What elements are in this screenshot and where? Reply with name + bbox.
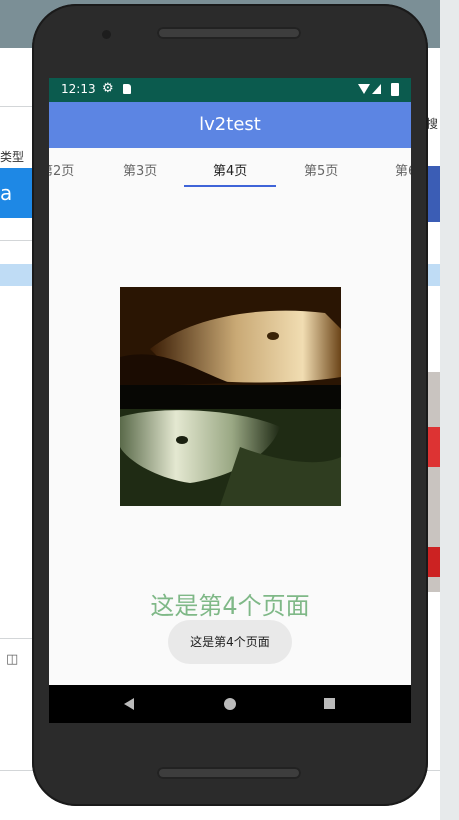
home-icon[interactable]	[224, 698, 236, 710]
background-type-label: 类型	[0, 150, 25, 164]
status-bar: 12:13 ⚙	[49, 78, 411, 102]
phone-frame: 12:13 ⚙ lv2test 第2页 第3页 第4页 第5页 第6页	[32, 4, 428, 806]
background-bottom-icon: ◫	[6, 652, 19, 667]
tab-bar[interactable]: 第2页 第3页 第4页 第5页 第6页	[49, 148, 411, 188]
speaker-bottom	[157, 767, 301, 779]
background-block-text: a	[0, 181, 13, 205]
gear-icon: ⚙	[102, 81, 114, 96]
sd-card-icon	[123, 84, 131, 94]
status-time: 12:13	[61, 82, 96, 96]
app-bar: lv2test	[49, 102, 411, 148]
tab-indicator	[184, 185, 276, 187]
tab-page-3[interactable]: 第3页	[123, 160, 157, 179]
content-image	[120, 287, 341, 506]
back-icon[interactable]	[124, 698, 134, 710]
background-right-panel	[440, 0, 459, 820]
tab-page-6[interactable]: 第6页	[395, 160, 411, 179]
background-right-selected-row	[426, 264, 440, 286]
tab-page-5[interactable]: 第5页	[304, 160, 338, 179]
background-ad-image	[426, 372, 440, 592]
front-camera	[102, 30, 111, 39]
page-heading: 这是第4个页面	[150, 592, 310, 620]
navigation-bar	[49, 685, 411, 723]
app-title: lv2test	[199, 114, 261, 135]
recents-icon[interactable]	[324, 698, 335, 709]
phone-screen: 12:13 ⚙ lv2test 第2页 第3页 第4页 第5页 第6页	[49, 78, 411, 723]
signal-icon	[372, 84, 381, 94]
battery-icon	[391, 83, 399, 96]
wifi-icon	[358, 84, 370, 94]
toast-message: 这是第4个页面	[168, 620, 292, 664]
speaker-top	[157, 27, 301, 39]
background-right-blue-block	[426, 166, 440, 222]
tab-page-4[interactable]: 第4页	[213, 160, 247, 179]
tab-page-2[interactable]: 第2页	[49, 160, 74, 179]
